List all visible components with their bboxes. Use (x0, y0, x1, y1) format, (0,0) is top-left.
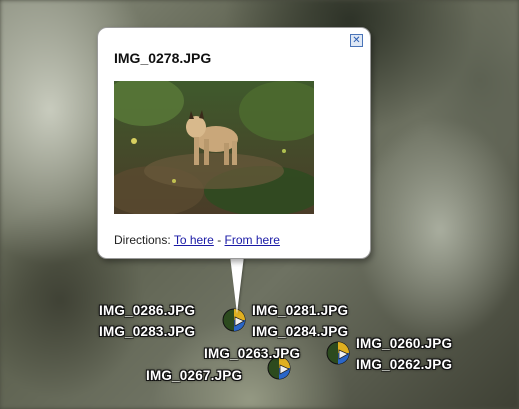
from-here-link[interactable]: From here (225, 233, 280, 247)
placemark-label[interactable]: IMG_0283.JPG (99, 324, 195, 339)
directions-separator: - (217, 233, 222, 247)
placemark-label[interactable]: IMG_0281.JPG (252, 303, 348, 318)
placemark-label[interactable]: IMG_0286.JPG (99, 303, 195, 318)
photo-placemark-icon[interactable] (325, 340, 351, 366)
placemark-label[interactable]: IMG_0267.JPG (146, 368, 242, 383)
to-here-link[interactable]: To here (174, 233, 214, 247)
placemark-label[interactable]: IMG_0284.JPG (252, 324, 348, 339)
close-icon[interactable]: ✕ (350, 34, 363, 47)
photo-thumbnail[interactable] (114, 81, 314, 214)
balloon-title: IMG_0278.JPG (114, 50, 212, 66)
placemark-label[interactable]: IMG_0263.JPG (204, 346, 300, 361)
info-balloon: ✕ IMG_0278.JPG Directions: To here - Fro… (97, 27, 371, 259)
directions-prefix: Directions: (114, 233, 171, 247)
balloon-tail (230, 256, 244, 314)
placemark-label[interactable]: IMG_0262.JPG (356, 357, 452, 372)
directions-line: Directions: To here - From here (114, 233, 280, 247)
placemark-label[interactable]: IMG_0260.JPG (356, 336, 452, 351)
